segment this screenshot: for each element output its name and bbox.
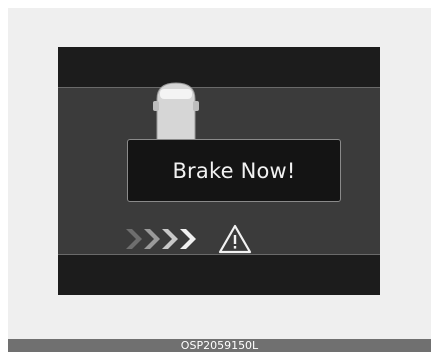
chevron-1	[126, 229, 142, 249]
figure-caption-bar: OSP2059150L	[8, 339, 431, 352]
approach-chevrons-icon	[126, 229, 196, 249]
warning-message-box: Brake Now!	[127, 139, 341, 202]
warning-triangle-icon	[218, 224, 252, 254]
chevron-3	[162, 229, 178, 249]
figure-code: OSP2059150L	[180, 339, 259, 352]
brake-now-message: Brake Now!	[172, 158, 296, 183]
chevron-4	[180, 229, 196, 249]
chevron-2	[144, 229, 160, 249]
display-bottom-band	[58, 255, 380, 295]
display-top-band	[58, 47, 380, 87]
